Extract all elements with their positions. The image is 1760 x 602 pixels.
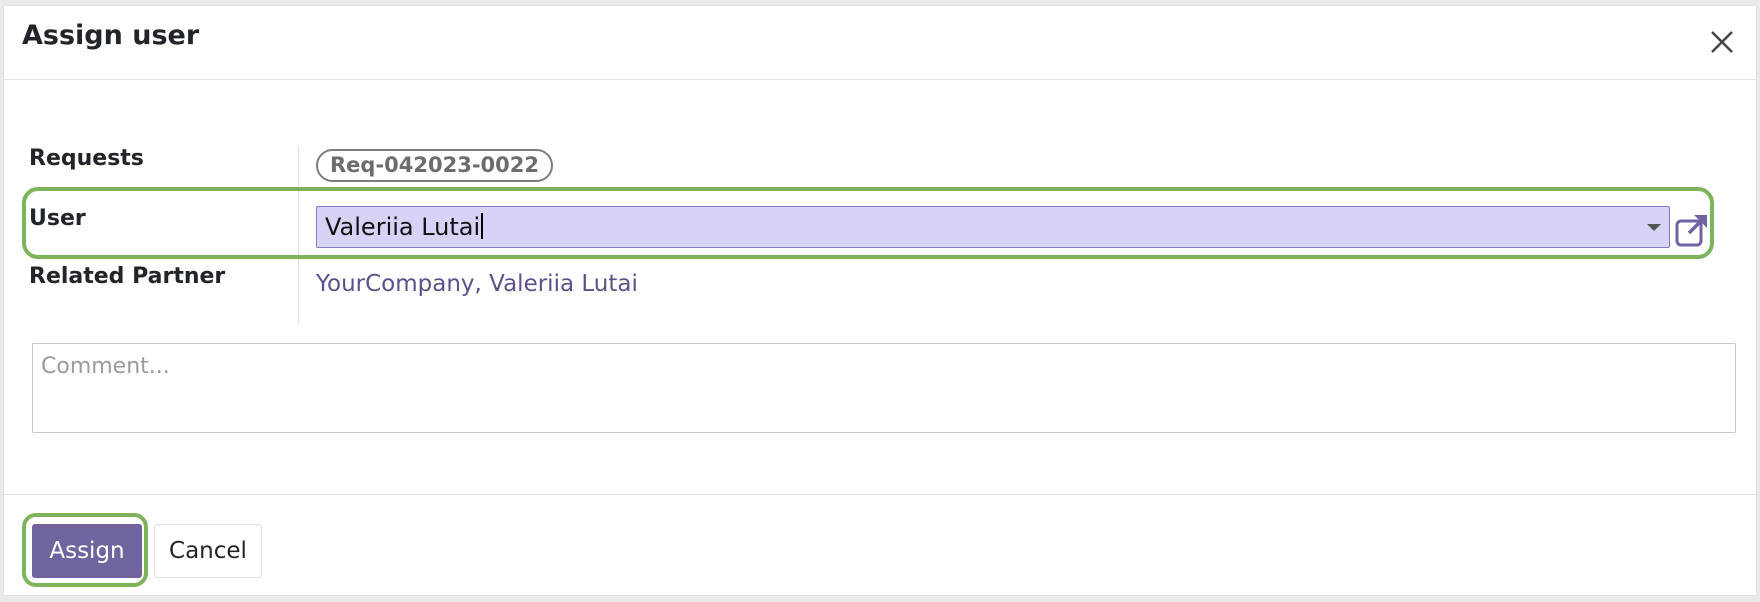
dialog-title: Assign user xyxy=(22,20,200,51)
close-button[interactable] xyxy=(1706,20,1738,60)
related-partner-link[interactable]: YourCompany, Valeriia Lutai xyxy=(316,271,638,297)
comment-field[interactable] xyxy=(32,343,1736,433)
external-link-button[interactable] xyxy=(1674,212,1710,248)
user-input-value: Valeriia Lutai xyxy=(325,213,481,241)
related-partner-label: Related Partner xyxy=(29,264,226,289)
text-caret xyxy=(481,213,484,239)
close-icon xyxy=(1711,31,1733,53)
user-select-input[interactable]: Valeriia Lutai xyxy=(316,206,1670,248)
dialog-footer xyxy=(4,494,1756,596)
cancel-button[interactable]: Cancel xyxy=(154,524,262,578)
requests-label: Requests xyxy=(29,146,144,171)
external-link-icon xyxy=(1675,214,1708,247)
chevron-down-icon[interactable] xyxy=(1647,224,1661,231)
assign-button[interactable]: Assign xyxy=(32,524,142,578)
assign-user-dialog: Assign user Requests Req-042023-0022 Use… xyxy=(3,5,1757,596)
user-label: User xyxy=(29,206,86,231)
request-badge: Req-042023-0022 xyxy=(316,149,553,182)
dialog-header: Assign user xyxy=(4,6,1756,80)
